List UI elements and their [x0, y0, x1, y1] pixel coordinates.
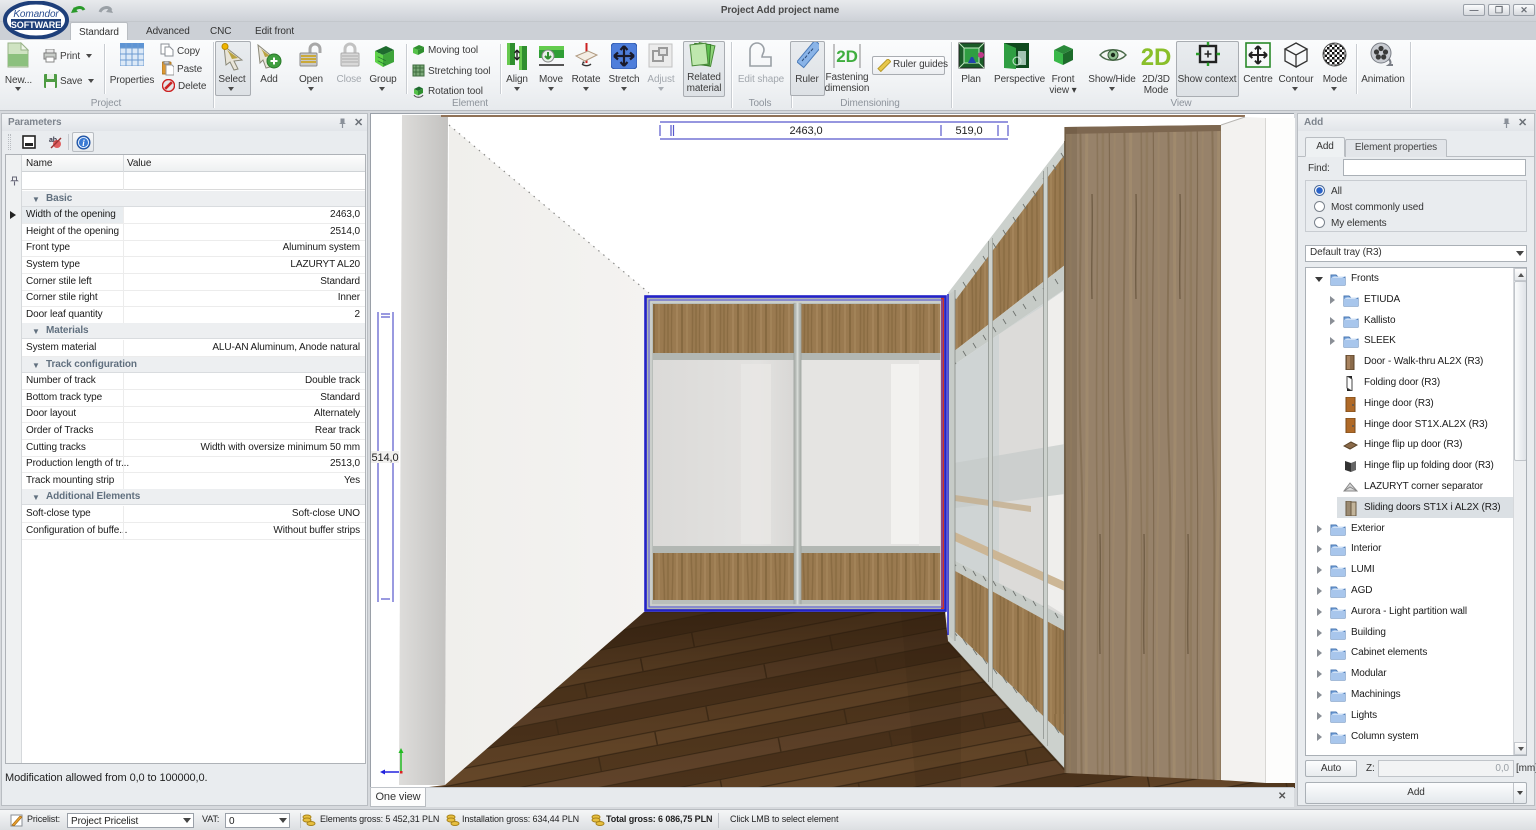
svg-text:2463,0: 2463,0 [789, 125, 822, 137]
svg-text:2D: 2D [1141, 44, 1171, 70]
svg-text:SOFTWARE: SOFTWARE [11, 20, 61, 30]
svg-text:514,0: 514,0 [371, 452, 398, 464]
svg-text:Komandor: Komandor [13, 9, 59, 20]
svg-text:2D: 2D [836, 47, 858, 66]
svg-text:519,0: 519,0 [955, 125, 982, 137]
